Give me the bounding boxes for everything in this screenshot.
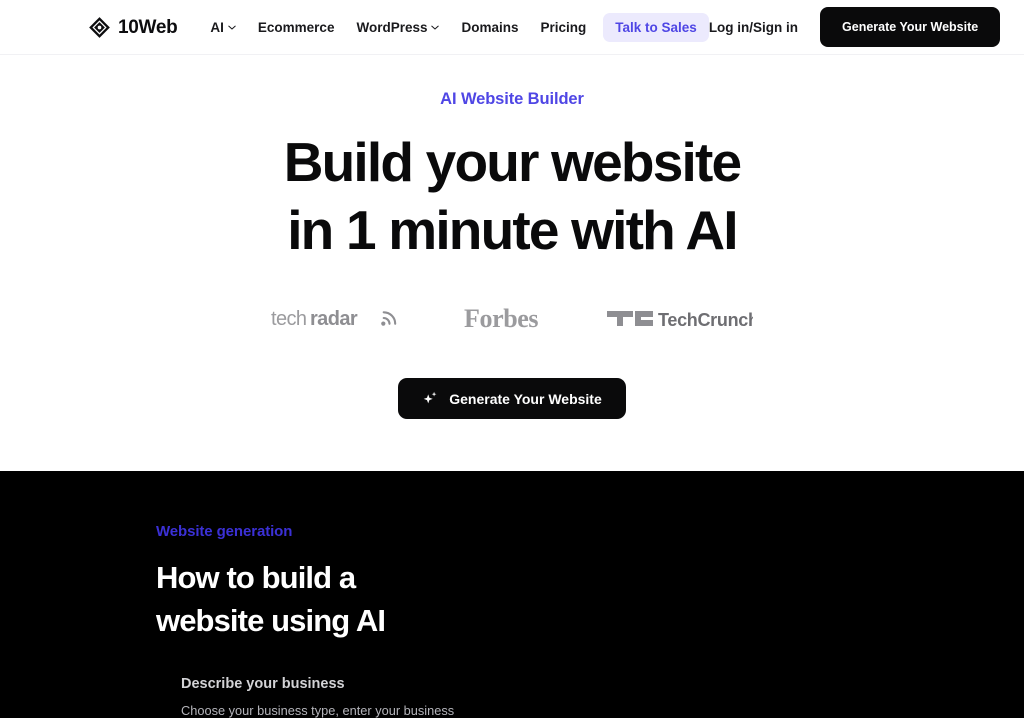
hero-generate-website-button[interactable]: Generate Your Website (398, 378, 626, 420)
techradar-logo: tech radar (271, 306, 407, 332)
press-logo-row: tech radar Forbes TechCrunch (271, 304, 753, 334)
nav-item-ai[interactable]: AI (199, 14, 247, 41)
hero-title-line-1: Build your website (283, 131, 742, 193)
brand-logo[interactable]: 10Web (88, 16, 178, 39)
step-description: Choose your business type, enter your bu… (181, 702, 455, 718)
svg-text:TechCrunch: TechCrunch (658, 310, 753, 330)
svg-text:Forbes: Forbes (464, 305, 538, 333)
step-title: Describe your business (181, 675, 345, 692)
chevron-down-icon (431, 24, 440, 30)
chevron-down-icon (228, 24, 236, 30)
hero-eyebrow: AI Website Builder (440, 90, 584, 108)
step-item[interactable]: Describe your business Choose your busin… (181, 676, 456, 718)
section-title-line-1: How to build a (156, 560, 356, 595)
header-actions: Log in/Sign in Generate Your Website (709, 7, 1001, 47)
login-signin-link[interactable]: Log in/Sign in (709, 20, 798, 35)
techradar-signal-icon (382, 311, 397, 326)
nav-item-label: WordPress (356, 19, 428, 35)
hero-title-line-2: in 1 minute with AI (287, 198, 738, 261)
section-eyebrow: Website generation (156, 523, 293, 540)
nav-item-pricing[interactable]: Pricing (530, 14, 598, 41)
nav-item-label: Ecommerce (257, 19, 335, 35)
nav-item-domains[interactable]: Domains (450, 14, 529, 41)
diamond-logo-icon (88, 16, 111, 39)
hero-section: AI Website Builder Build your website in… (0, 55, 1024, 471)
main-navigation: AI Ecommerce WordPress Domains Pricing T… (199, 12, 709, 42)
nav-item-label: Pricing (540, 19, 587, 35)
section-title: How to build a website using AI (156, 557, 556, 643)
website-generation-section: Website generation How to build a websit… (0, 471, 1024, 718)
brand-name: 10Web (118, 16, 178, 38)
header-generate-website-button[interactable]: Generate Your Website (820, 7, 1001, 47)
hero-cta-label: Generate Your Website (449, 390, 602, 407)
page-title: Build your website in 1 minute with AI (283, 129, 742, 264)
techcrunch-tc-mark-icon (607, 311, 653, 327)
nav-item-label: AI (210, 19, 224, 35)
nav-item-ecommerce[interactable]: Ecommerce (247, 14, 346, 41)
website-generation-content: Website generation How to build a websit… (156, 523, 556, 718)
svg-text:radar: radar (310, 308, 358, 330)
sparkle-icon (422, 390, 439, 407)
forbes-logo: Forbes (464, 305, 550, 333)
svg-text:tech: tech (271, 308, 306, 330)
section-title-line-2: website using AI (156, 602, 386, 638)
site-header: 10Web AI Ecommerce WordPress Domains Pri… (0, 0, 1024, 55)
nav-item-wordpress[interactable]: WordPress (345, 14, 450, 41)
talk-to-sales-button[interactable]: Talk to Sales (603, 12, 709, 42)
nav-item-label: Domains (461, 19, 519, 35)
techcrunch-logo: TechCrunch (607, 306, 753, 332)
